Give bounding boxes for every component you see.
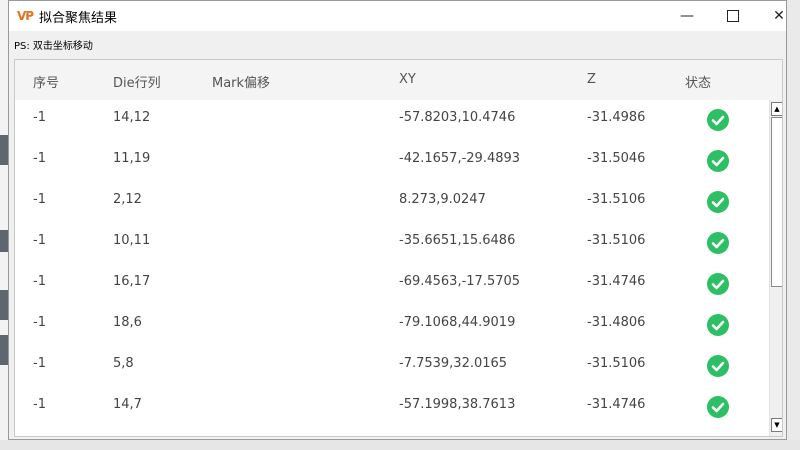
cell-index: -1 [33,110,46,125]
results-table: 序号 Die行列 Mark偏移 XY Z 状态 -1 14,12 -57.8203,… [14,59,783,437]
table-row[interactable]: -1 11,19 -42.1657,-29.4893 -31.5046 [15,141,769,183]
cell-index: -1 [33,233,46,248]
arrow-up-icon: ▲ [774,105,780,113]
table-header: 序号 Die行列 Mark偏移 XY Z 状态 [15,60,782,101]
table-row[interactable]: -1 5,8 -7.7539,32.0165 -31.5106 [15,346,769,388]
cell-die: 2,12 [113,192,142,207]
hint-text: PS: 双击坐标移动 [14,41,93,52]
close-icon: ✕ [773,8,785,24]
cell-die: 16,17 [113,274,151,289]
table-row[interactable]: -1 14,12 -57.8203,10.4746 -31.4986 [15,100,769,142]
cell-z: -31.4986 [587,110,646,125]
cell-index: -1 [33,151,46,166]
header-index[interactable]: 序号 [33,72,59,91]
cell-die: 18,6 [113,315,142,330]
cell-die: 11,19 [113,151,151,166]
cell-z: -31.4806 [587,315,646,330]
check-circle-icon [707,150,729,172]
cell-index: -1 [33,274,46,289]
table-row[interactable] [15,428,769,436]
cell-index: -1 [33,192,46,207]
background-app-left-edge [0,0,8,450]
check-circle-icon [707,273,729,295]
table-row[interactable]: -1 18,6 -79.1068,44.9019 -31.4806 [15,305,769,347]
cell-index: -1 [33,356,46,371]
background-block [0,290,8,320]
title-bar[interactable]: VP 拟合聚焦结果 — ✕ [9,1,786,31]
cell-z: -31.5046 [587,151,646,166]
cell-index: -1 [33,315,46,330]
cell-xy: -69.4563,-17.5705 [399,274,521,289]
scrollbar-thumb[interactable] [771,117,782,287]
header-die[interactable]: Die行列 [113,72,161,91]
check-circle-icon [707,232,729,254]
header-z[interactable]: Z [587,72,596,87]
cell-z: -31.4746 [587,274,646,289]
check-circle-icon [707,396,729,418]
cell-z: -31.5106 [587,192,646,207]
maximize-button[interactable] [710,1,756,31]
scroll-up-button[interactable]: ▲ [771,102,782,116]
background-block [0,335,8,365]
table-row[interactable]: -1 16,17 -69.4563,-17.5705 -31.4746 [15,264,769,306]
header-xy[interactable]: XY [399,72,416,87]
cell-xy: -35.6651,15.6486 [399,233,516,248]
check-circle-icon [707,355,729,377]
header-mark-offset[interactable]: Mark偏移 [212,72,270,91]
cell-xy: 8.273,9.0247 [399,192,486,207]
window-title: 拟合聚焦结果 [39,11,118,26]
cell-z: -31.5106 [587,233,646,248]
check-circle-icon [707,191,729,213]
cell-z: -31.4746 [587,397,646,412]
minimize-button[interactable]: — [664,1,710,31]
table-row[interactable]: -1 10,11 -35.6651,15.6486 -31.5106 [15,223,769,265]
close-button[interactable]: ✕ [756,1,800,31]
table-row[interactable]: -1 2,12 8.273,9.0247 -31.5106 [15,182,769,224]
cell-xy: -7.7539,32.0165 [399,356,508,371]
fit-focus-result-dialog: VP 拟合聚焦结果 — ✕ PS: 双击坐标移动 序号 Die行列 Mark偏移… [8,0,787,440]
maximize-icon [727,10,739,22]
background-app-right-edge [786,0,800,450]
background-block [0,135,8,165]
cell-die: 14,7 [113,397,142,412]
cell-xy: -57.8203,10.4746 [399,110,516,125]
cell-die: 5,8 [113,356,134,371]
app-logo-icon: VP [17,9,34,23]
cell-xy: -57.1998,38.7613 [399,397,516,412]
table-row[interactable]: -1 14,7 -57.1998,38.7613 -31.4746 [15,387,769,429]
scroll-down-button[interactable]: ▼ [771,418,782,432]
check-circle-icon [707,109,729,131]
cell-xy: -42.1657,-29.4893 [399,151,521,166]
background-block [0,230,8,252]
cell-index: -1 [33,397,46,412]
cell-die: 14,12 [113,110,151,125]
cell-xy: -79.1068,44.9019 [399,315,516,330]
cell-die: 10,11 [113,233,151,248]
minimize-icon: — [680,8,694,24]
check-circle-icon [707,314,729,336]
background-app-bottom-edge [0,440,800,450]
cell-z: -31.5106 [587,356,646,371]
arrow-down-icon: ▼ [774,421,780,429]
vertical-scrollbar[interactable]: ▲ ▼ [769,100,782,436]
header-status[interactable]: 状态 [685,72,711,91]
